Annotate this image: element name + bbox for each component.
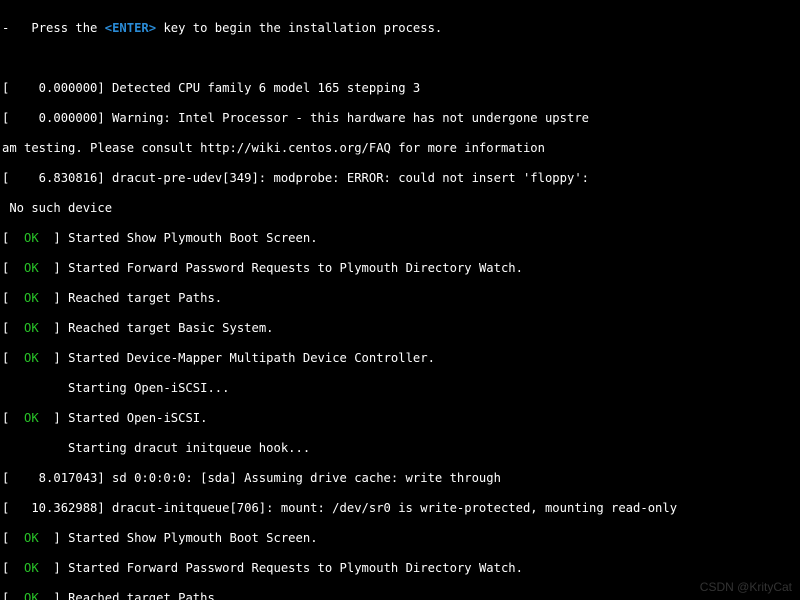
ok-badge: OK xyxy=(24,351,39,365)
msg-plymouth-boot: Started Show Plymouth Boot Screen. xyxy=(68,231,317,245)
msg-plymouth-watch: Started Forward Password Requests to Ply… xyxy=(68,261,523,275)
msg-target-basic: Reached target Basic System. xyxy=(68,321,273,335)
ok-badge: OK xyxy=(24,561,39,575)
kmsg-sda-cache: [ 8.017043] sd 0:0:0:0: [sda] Assuming d… xyxy=(2,471,798,486)
msg-starting-iscsi: Starting Open-iSCSI... xyxy=(2,381,798,396)
ok-badge: OK xyxy=(24,261,39,275)
msg-target-paths: Reached target Paths. xyxy=(68,291,222,305)
ok-badge: OK xyxy=(24,291,39,305)
msg-starting-initqueue: Starting dracut initqueue hook... xyxy=(2,441,798,456)
ok-badge: OK xyxy=(24,591,39,600)
msg-plymouth-boot-2: Started Show Plymouth Boot Screen. xyxy=(68,531,317,545)
kmsg-intel-warn-1: [ 0.000000] Warning: Intel Processor - t… xyxy=(2,111,798,126)
kmsg-cpu-detect: [ 0.000000] Detected CPU family 6 model … xyxy=(2,81,798,96)
ok-badge: OK xyxy=(24,231,39,245)
ok-badge: OK xyxy=(24,531,39,545)
ok-badge: OK xyxy=(24,321,39,335)
kmsg-floppy-err-2: No such device xyxy=(2,201,798,216)
msg-started-iscsi: Started Open-iSCSI. xyxy=(68,411,207,425)
prompt-press: Press the xyxy=(9,21,104,35)
msg-target-paths-2: Reached target Paths. xyxy=(68,591,222,600)
ok-badge: OK xyxy=(24,411,39,425)
boot-console: - Press the <ENTER> key to begin the ins… xyxy=(0,0,800,600)
kmsg-floppy-err-1: [ 6.830816] dracut-pre-udev[349]: modpro… xyxy=(2,171,798,186)
msg-multipath: Started Device-Mapper Multipath Device C… xyxy=(68,351,435,365)
prompt-rest: key to begin the installation process. xyxy=(156,21,442,35)
kmsg-intel-warn-2: am testing. Please consult http://wiki.c… xyxy=(2,141,798,156)
prompt-enter-key: <ENTER> xyxy=(105,21,156,35)
kmsg-sr0-mount-1: [ 10.362988] dracut-initqueue[706]: moun… xyxy=(2,501,798,516)
msg-plymouth-watch-2: Started Forward Password Requests to Ply… xyxy=(68,561,523,575)
